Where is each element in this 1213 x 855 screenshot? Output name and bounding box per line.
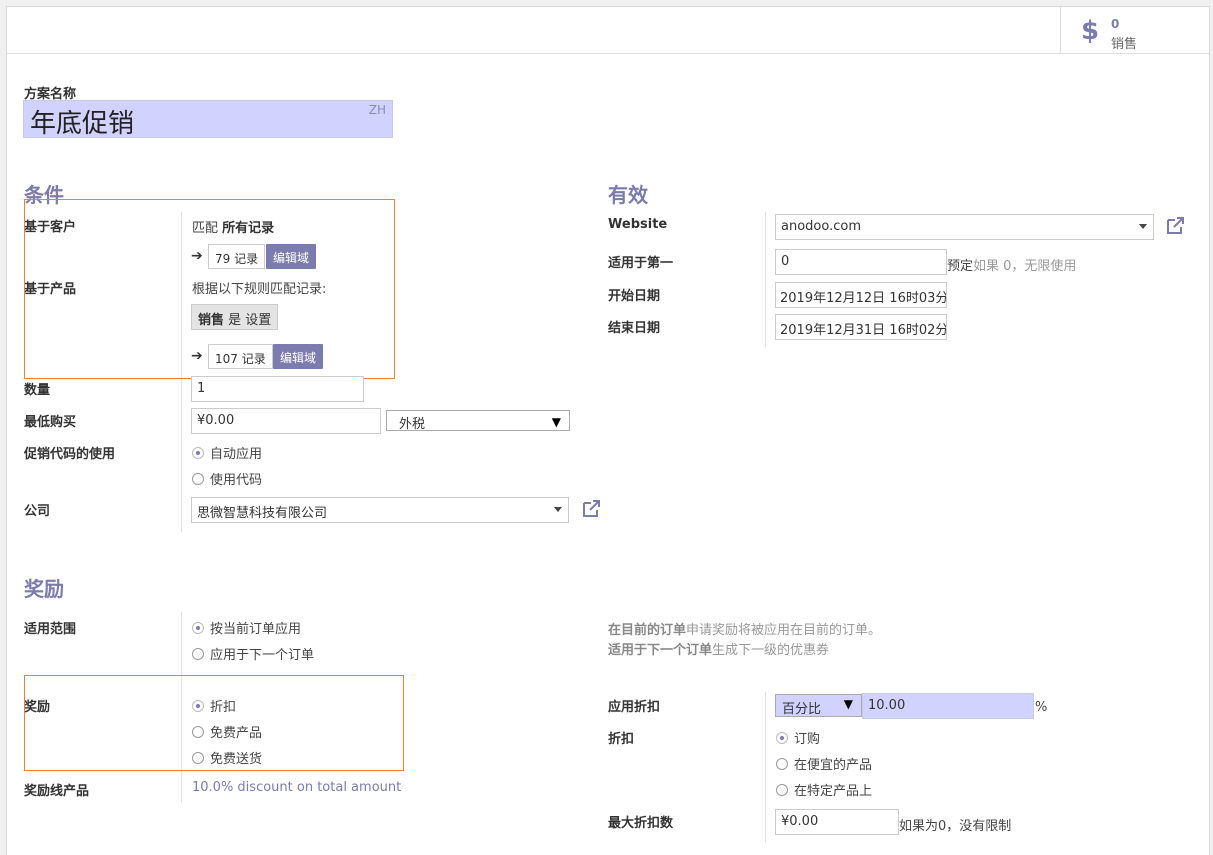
radio-checked-icon [192, 621, 204, 634]
quantity-label: 数量 [24, 383, 51, 398]
caret-down-icon [1139, 224, 1147, 229]
radio-unchecked-icon [192, 472, 204, 485]
first-orders-label: 适用于第一 [608, 256, 674, 271]
website-label: Website [608, 217, 668, 232]
program-name-value: 年底促销 [30, 109, 135, 139]
caret-down-icon [554, 507, 562, 512]
tax-mode-value: 外税 [399, 417, 426, 431]
divider [765, 692, 766, 842]
discount-apply-on-label: 折扣 [608, 732, 635, 747]
website-select[interactable]: anodoo.com [775, 214, 1154, 240]
divider [765, 212, 766, 347]
sales-label: 销售 [1111, 37, 1138, 52]
discount-percentage-input[interactable]: 10.00 [862, 693, 1034, 719]
end-date-input[interactable]: 2019年12月31日 16时02分 [775, 314, 947, 340]
external-link-icon[interactable] [582, 500, 602, 518]
radio-checked-icon [192, 446, 204, 459]
website-value: anodoo.com [781, 219, 861, 234]
sales-count: 0 [1111, 17, 1120, 31]
validity-title: 有效 [608, 183, 648, 207]
min-purchase-label: 最低购买 [24, 415, 77, 430]
company-value: 思微智慧科技有限公司 [197, 506, 328, 521]
tax-mode-select[interactable]: 外税 ▼ [386, 410, 570, 431]
discount-type-value: 百分比 [782, 702, 822, 717]
start-date-label: 开始日期 [608, 289, 661, 304]
end-date-label: 结束日期 [608, 321, 661, 336]
radio-unchecked-icon [776, 783, 788, 796]
percent-sign: % [1035, 700, 1048, 715]
scope-help-line-2: 适用于下一个订单生成下一级的优惠券 [608, 639, 829, 658]
first-orders-input[interactable]: 0 [775, 249, 947, 275]
scope-help-1-bold: 在目前的订单 [608, 623, 687, 638]
radio-unchecked-icon [776, 757, 788, 770]
discount-on-order-label: 订购 [794, 732, 821, 747]
start-date-input[interactable]: 2019年12月12日 16时03分 [775, 282, 947, 308]
dollar-icon: $ [1081, 16, 1100, 46]
reward-line-product-link[interactable]: 10.0% discount on total amount [192, 780, 401, 795]
promo-usage-label: 促销代码的使用 [24, 447, 116, 462]
scope-help-line-1: 在目前的订单申请奖励将被应用在目前的订单。 [608, 619, 881, 638]
button-box: $ 0 销售 [7, 7, 1209, 54]
reward-line-product-label: 奖励线产品 [24, 784, 90, 799]
first-orders-help: 如果 0，无限使用 [973, 259, 1077, 274]
reward-scope-label: 适用范围 [24, 622, 77, 637]
radio-checked-icon [776, 731, 788, 744]
max-discount-hint: 如果为0，没有限制 [899, 819, 1012, 834]
company-select[interactable]: 思微智慧科技有限公司 [191, 497, 569, 523]
highlight-box [24, 199, 395, 379]
scope-current-label: 按当前订单应用 [210, 622, 302, 637]
radio-unchecked-icon [192, 647, 204, 660]
scope-help-1-rest: 申请奖励将被应用在目前的订单。 [686, 623, 882, 638]
min-purchase-input[interactable]: ¥0.00 [191, 408, 381, 434]
apply-discount-label: 应用折扣 [608, 700, 661, 715]
highlight-box [24, 675, 404, 771]
discount-specific-label: 在特定产品上 [794, 784, 873, 799]
scope-next-label: 应用于下一个订单 [210, 648, 315, 663]
discount-specific-radio[interactable]: 在特定产品上 [776, 780, 872, 799]
discount-cheapest-label: 在便宜的产品 [794, 758, 873, 773]
external-link-icon[interactable] [1166, 217, 1186, 235]
promo-auto-radio[interactable]: 自动应用 [192, 443, 262, 462]
sales-smart-button[interactable]: $ 0 销售 [1060, 7, 1209, 54]
discount-cheapest-radio[interactable]: 在便宜的产品 [776, 754, 872, 773]
discount-type-select[interactable]: 百分比 ▼ [775, 694, 862, 717]
first-orders-suffix: 预定 [947, 259, 974, 274]
reward-title: 奖励 [24, 577, 64, 601]
scope-help-2-rest: 生成下一级的优惠券 [712, 643, 830, 658]
scope-next-order-radio[interactable]: 应用于下一个订单 [192, 644, 314, 663]
form-sheet: $ 0 销售 方案名称 年底促销 ZH 条件 基于客户 匹配 所有记录 ➔ 79… [6, 6, 1210, 855]
program-name-input[interactable]: 年底促销 ZH [23, 100, 393, 139]
dropdown-triangle-icon: ▼ [843, 697, 853, 711]
promo-auto-label: 自动应用 [210, 447, 263, 462]
language-button[interactable]: ZH [369, 103, 386, 117]
scope-help-2-bold: 适用于下一个订单 [608, 643, 713, 658]
first-orders-hint: 预定如果 0，无限使用 [947, 255, 1076, 274]
dropdown-triangle-icon: ▼ [551, 415, 561, 429]
discount-on-order-radio[interactable]: 订购 [776, 728, 820, 747]
max-discount-input[interactable]: ¥0.00 [775, 809, 899, 835]
scope-current-order-radio[interactable]: 按当前订单应用 [192, 618, 301, 637]
quantity-input[interactable]: 1 [191, 376, 364, 402]
promo-code-label: 使用代码 [210, 473, 263, 488]
max-discount-label: 最大折扣数 [608, 816, 674, 831]
promo-code-radio[interactable]: 使用代码 [192, 469, 262, 488]
company-label: 公司 [24, 504, 51, 519]
